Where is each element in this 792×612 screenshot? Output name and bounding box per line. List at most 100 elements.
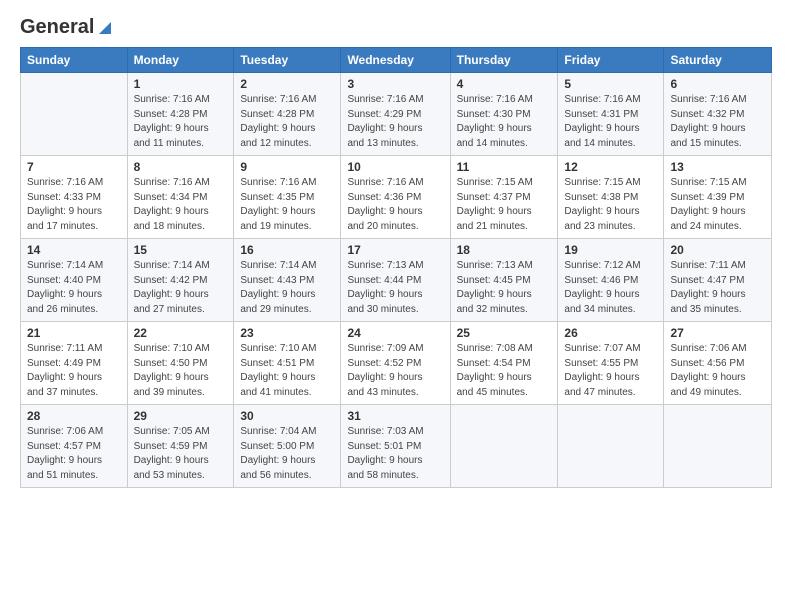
calendar-day-cell: 3Sunrise: 7:16 AMSunset: 4:29 PMDaylight… (341, 73, 450, 156)
calendar-day-cell: 8 Sunrise: 7:16 AMSunset: 4:34 PMDaylight… (127, 156, 234, 239)
day-detail: Sunrise: 7:04 AMSunset: 5:00 PMDaylight:… (240, 425, 334, 483)
day-detail: Sunrise: 7:16 AMSunset: 4:31 PMDaylight:… (564, 93, 657, 151)
calendar-table: SundayMondayTuesdayWednesdayThursdayFrid… (20, 47, 772, 488)
empty-cell (664, 405, 772, 488)
calendar-day-cell: 14 Sunrise: 7:14 AMSunset: 4:40 PMDayligh… (21, 239, 128, 322)
day-detail: Sunrise: 7:13 AMSunset: 4:44 PMDaylight:… (347, 259, 443, 317)
calendar-day-cell: 18Sunrise: 7:13 AMSunset: 4:45 PMDayligh… (450, 239, 558, 322)
day-number: 1 (134, 77, 228, 91)
day-number: 2 (240, 77, 334, 91)
calendar-day-cell: 22 Sunrise: 7:10 AMSunset: 4:50 PMDayligh… (127, 322, 234, 405)
logo: General (20, 16, 113, 39)
day-number: 14 (27, 243, 121, 257)
calendar-day-cell: 6 Sunrise: 7:16 AMSunset: 4:32 PMDaylight… (664, 73, 772, 156)
day-number: 27 (670, 326, 765, 340)
day-detail: Sunrise: 7:11 AMSunset: 4:49 PMDaylight:… (27, 342, 121, 400)
logo-general: General (20, 16, 94, 39)
day-detail: Sunrise: 7:16 AMSunset: 4:34 PMDaylight:… (134, 176, 228, 234)
page: General SundayMondayTuesdayWednesdayThur… (0, 0, 792, 498)
weekday-header-monday: Monday (127, 48, 234, 73)
calendar-day-cell: 15Sunrise: 7:14 AMSunset: 4:42 PMDayligh… (127, 239, 234, 322)
calendar-day-cell: 10 Sunrise: 7:16 AMSunset: 4:36 PMDayligh… (341, 156, 450, 239)
day-detail: Sunrise: 7:16 AMSunset: 4:35 PMDaylight:… (240, 176, 334, 234)
day-number: 23 (240, 326, 334, 340)
day-detail: Sunrise: 7:07 AMSunset: 4:55 PMDaylight:… (564, 342, 657, 400)
day-number: 20 (670, 243, 765, 257)
calendar-day-cell: 30 Sunrise: 7:04 AMSunset: 5:00 PMDayligh… (234, 405, 341, 488)
day-number: 22 (134, 326, 228, 340)
day-detail: Sunrise: 7:14 AMSunset: 4:40 PMDaylight:… (27, 259, 121, 317)
day-detail: Sunrise: 7:16 AMSunset: 4:29 PMDaylight:… (347, 93, 443, 151)
calendar-day-cell: 11Sunrise: 7:15 AMSunset: 4:37 PMDayligh… (450, 156, 558, 239)
day-detail: Sunrise: 7:06 AMSunset: 4:57 PMDaylight:… (27, 425, 121, 483)
day-number: 31 (347, 409, 443, 423)
day-detail: Sunrise: 7:15 AMSunset: 4:39 PMDaylight:… (670, 176, 765, 234)
calendar-week-row: 28Sunrise: 7:06 AMSunset: 4:57 PMDayligh… (21, 405, 772, 488)
day-number: 6 (670, 77, 765, 91)
day-detail: Sunrise: 7:08 AMSunset: 4:54 PMDaylight:… (457, 342, 552, 400)
calendar-day-cell: 26 Sunrise: 7:07 AMSunset: 4:55 PMDayligh… (558, 322, 664, 405)
calendar-day-cell: 9 Sunrise: 7:16 AMSunset: 4:35 PMDaylight… (234, 156, 341, 239)
calendar-day-cell: 27 Sunrise: 7:06 AMSunset: 4:56 PMDayligh… (664, 322, 772, 405)
day-number: 7 (27, 160, 121, 174)
day-detail: Sunrise: 7:15 AMSunset: 4:37 PMDaylight:… (457, 176, 552, 234)
calendar-day-cell: 13 Sunrise: 7:15 AMSunset: 4:39 PMDayligh… (664, 156, 772, 239)
calendar-day-cell: 2 Sunrise: 7:16 AMSunset: 4:28 PMDaylight… (234, 73, 341, 156)
day-detail: Sunrise: 7:16 AMSunset: 4:28 PMDaylight:… (240, 93, 334, 151)
weekday-header-sunday: Sunday (21, 48, 128, 73)
day-detail: Sunrise: 7:16 AMSunset: 4:30 PMDaylight:… (457, 93, 552, 151)
calendar-day-cell: 21 Sunrise: 7:11 AMSunset: 4:49 PMDayligh… (21, 322, 128, 405)
day-number: 10 (347, 160, 443, 174)
weekday-header-friday: Friday (558, 48, 664, 73)
weekday-header-thursday: Thursday (450, 48, 558, 73)
day-number: 4 (457, 77, 552, 91)
day-number: 24 (347, 326, 443, 340)
day-number: 21 (27, 326, 121, 340)
day-number: 19 (564, 243, 657, 257)
day-number: 18 (457, 243, 552, 257)
logo-triangle-icon (95, 20, 111, 36)
day-number: 5 (564, 77, 657, 91)
day-detail: Sunrise: 7:14 AMSunset: 4:43 PMDaylight:… (240, 259, 334, 317)
day-number: 9 (240, 160, 334, 174)
weekday-header-tuesday: Tuesday (234, 48, 341, 73)
day-number: 8 (134, 160, 228, 174)
day-number: 17 (347, 243, 443, 257)
day-detail: Sunrise: 7:15 AMSunset: 4:38 PMDaylight:… (564, 176, 657, 234)
day-detail: Sunrise: 7:16 AMSunset: 4:28 PMDaylight:… (134, 93, 228, 151)
day-number: 15 (134, 243, 228, 257)
weekday-header-row: SundayMondayTuesdayWednesdayThursdayFrid… (21, 48, 772, 73)
empty-cell (450, 405, 558, 488)
empty-cell (21, 73, 128, 156)
day-detail: Sunrise: 7:06 AMSunset: 4:56 PMDaylight:… (670, 342, 765, 400)
day-detail: Sunrise: 7:10 AMSunset: 4:50 PMDaylight:… (134, 342, 228, 400)
day-detail: Sunrise: 7:16 AMSunset: 4:32 PMDaylight:… (670, 93, 765, 151)
day-number: 13 (670, 160, 765, 174)
calendar-day-cell: 12 Sunrise: 7:15 AMSunset: 4:38 PMDayligh… (558, 156, 664, 239)
day-number: 30 (240, 409, 334, 423)
calendar-day-cell: 28Sunrise: 7:06 AMSunset: 4:57 PMDayligh… (21, 405, 128, 488)
calendar-day-cell: 4 Sunrise: 7:16 AMSunset: 4:30 PMDaylight… (450, 73, 558, 156)
calendar-day-cell: 20 Sunrise: 7:11 AMSunset: 4:47 PMDayligh… (664, 239, 772, 322)
calendar-week-row: 7Sunrise: 7:16 AMSunset: 4:33 PMDaylight… (21, 156, 772, 239)
day-number: 25 (457, 326, 552, 340)
empty-cell (558, 405, 664, 488)
weekday-header-saturday: Saturday (664, 48, 772, 73)
calendar-day-cell: 5 Sunrise: 7:16 AMSunset: 4:31 PMDaylight… (558, 73, 664, 156)
day-number: 16 (240, 243, 334, 257)
day-detail: Sunrise: 7:09 AMSunset: 4:52 PMDaylight:… (347, 342, 443, 400)
calendar-day-cell: 17 Sunrise: 7:13 AMSunset: 4:44 PMDayligh… (341, 239, 450, 322)
day-detail: Sunrise: 7:03 AMSunset: 5:01 PMDaylight:… (347, 425, 443, 483)
weekday-header-wednesday: Wednesday (341, 48, 450, 73)
calendar-day-cell: 16 Sunrise: 7:14 AMSunset: 4:43 PMDayligh… (234, 239, 341, 322)
calendar-day-cell: 24 Sunrise: 7:09 AMSunset: 4:52 PMDayligh… (341, 322, 450, 405)
day-detail: Sunrise: 7:05 AMSunset: 4:59 PMDaylight:… (134, 425, 228, 483)
calendar-day-cell: 25 Sunrise: 7:08 AMSunset: 4:54 PMDayligh… (450, 322, 558, 405)
calendar-day-cell: 29Sunrise: 7:05 AMSunset: 4:59 PMDayligh… (127, 405, 234, 488)
day-number: 12 (564, 160, 657, 174)
day-detail: Sunrise: 7:11 AMSunset: 4:47 PMDaylight:… (670, 259, 765, 317)
calendar-day-cell: 7Sunrise: 7:16 AMSunset: 4:33 PMDaylight… (21, 156, 128, 239)
day-detail: Sunrise: 7:16 AMSunset: 4:36 PMDaylight:… (347, 176, 443, 234)
day-number: 26 (564, 326, 657, 340)
header: General (20, 16, 772, 39)
